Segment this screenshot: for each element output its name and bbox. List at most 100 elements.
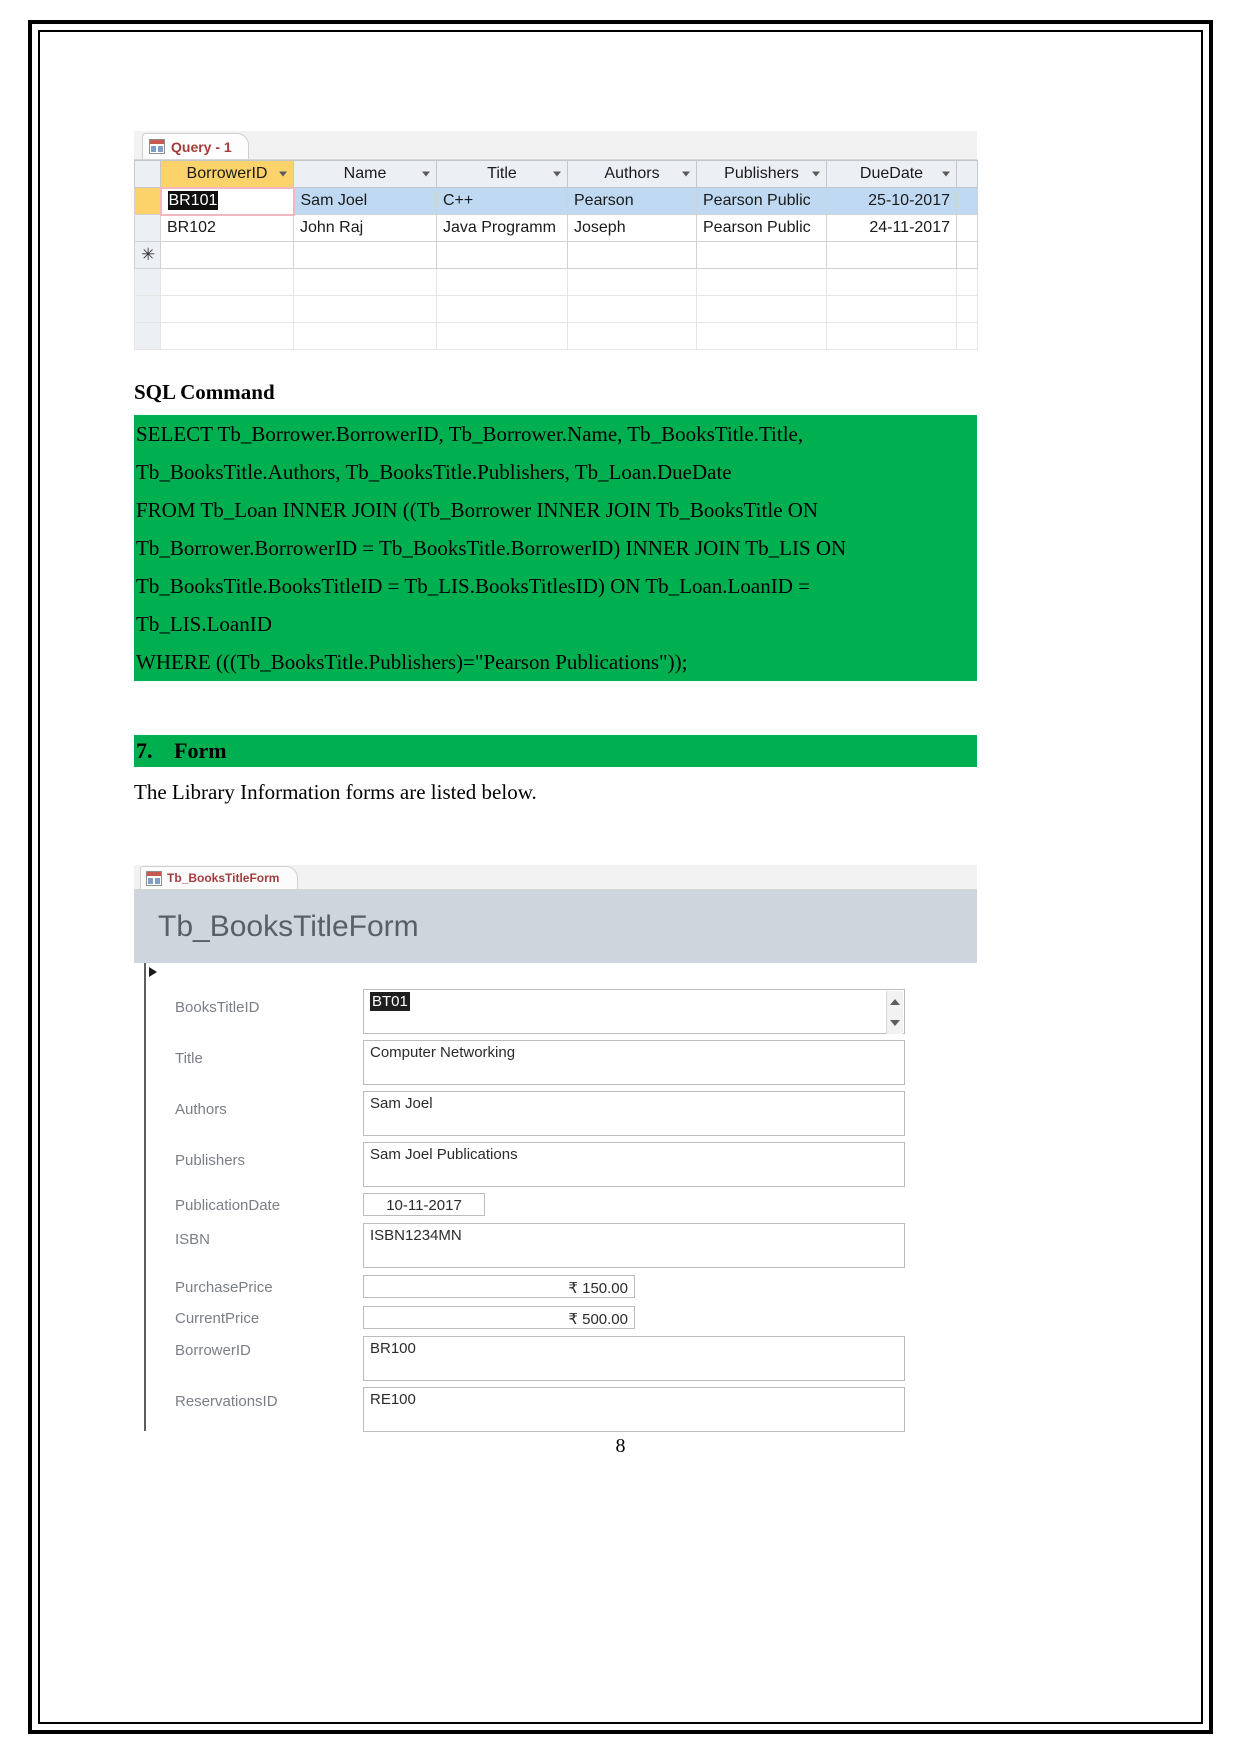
field-input-authors[interactable]: Sam Joel	[363, 1091, 905, 1136]
column-header-label: BorrowerID	[186, 164, 268, 182]
tab-tb-bookstitleform-label: Tb_BooksTitleForm	[167, 871, 280, 885]
new-record-row[interactable]: ✳	[134, 241, 978, 269]
field-value-reservationsid: RE100	[370, 1391, 416, 1408]
chevron-down-icon[interactable]	[553, 171, 561, 177]
column-header-authors[interactable]: Authors	[567, 160, 697, 188]
field-input-borrowerid[interactable]: BR100	[363, 1336, 905, 1381]
field-input-bookstitleid[interactable]: BT01	[363, 989, 905, 1034]
tab-query-1[interactable]: Query - 1	[142, 133, 249, 159]
sql-line: Tb_BooksTitle.BooksTitleID = Tb_LIS.Book…	[136, 574, 810, 598]
cell-title[interactable]: Java Programm	[436, 214, 568, 242]
field-input-currentprice[interactable]: ₹ 500.00	[363, 1306, 635, 1329]
empty-cell	[696, 322, 827, 350]
cell-title[interactable]: C++	[436, 187, 568, 215]
field-input-title[interactable]: Computer Networking	[363, 1040, 905, 1085]
form-view-icon	[146, 870, 162, 886]
row-selector[interactable]	[134, 214, 161, 242]
column-header-borrowerid[interactable]: BorrowerID	[160, 160, 294, 188]
tab-query-1-label: Query - 1	[171, 138, 232, 155]
sql-line: WHERE (((Tb_BooksTitle.Publishers)="Pear…	[136, 650, 688, 674]
chevron-down-icon[interactable]	[942, 171, 950, 177]
field-value-title: Computer Networking	[370, 1044, 516, 1061]
column-header-label: Name	[343, 165, 387, 182]
cell-title-new[interactable]	[436, 241, 568, 269]
cell-value: BR101	[167, 191, 219, 210]
cell-authors[interactable]: Pearson	[567, 187, 697, 215]
section-title: Form	[174, 738, 227, 763]
cell-name[interactable]: Sam Joel	[293, 187, 437, 215]
cell-borrowerid[interactable]: BR102	[160, 214, 294, 242]
cell-name[interactable]: John Raj	[293, 214, 437, 242]
column-header-duedate[interactable]: DueDate	[826, 160, 957, 188]
empty-cell	[696, 295, 827, 323]
field-input-purchaseprice[interactable]: ₹ 150.00	[363, 1275, 635, 1298]
field-value-purchaseprice: ₹ 150.00	[568, 1280, 628, 1297]
field-label-purchaseprice: PurchasePrice	[175, 1279, 273, 1296]
empty-cell	[293, 268, 437, 296]
record-selector-bar[interactable]	[144, 963, 158, 1431]
cell-duedate-new[interactable]	[826, 241, 957, 269]
cell-duedate[interactable]: 25-10-2017	[826, 187, 957, 215]
query-results-table: BorrowerID Name Title Authors Publishers…	[134, 160, 978, 350]
empty-cell	[826, 295, 957, 323]
empty-cell	[436, 295, 568, 323]
form-body: BooksTitleID BT01 Title Computer Network…	[134, 963, 977, 1433]
section-heading-form: 7. Form	[134, 735, 977, 767]
cell-borrowerid-new[interactable]	[160, 241, 294, 269]
tab-tb-bookstitleform[interactable]: Tb_BooksTitleForm	[140, 866, 299, 889]
books-title-form: Tb_BooksTitleForm Tb_BooksTitleForm Book…	[134, 865, 977, 1433]
empty-cell	[826, 322, 957, 350]
column-header-label: Publishers	[724, 165, 799, 182]
field-label-borrowerid: BorrowerID	[175, 1342, 251, 1359]
cell-authors-new[interactable]	[567, 241, 697, 269]
column-header-spacer	[956, 160, 978, 188]
chevron-up-icon[interactable]	[890, 998, 900, 1005]
page-content: Query - 1 BorrowerID Name Title Authors …	[58, 55, 1183, 1695]
sql-command-heading: SQL Command	[134, 380, 275, 404]
chevron-down-icon[interactable]	[422, 171, 430, 177]
table-row-empty	[134, 268, 978, 296]
form-header-title: Tb_BooksTitleForm	[158, 909, 419, 943]
query-datasheet-icon	[149, 139, 165, 154]
table-row-empty	[134, 295, 978, 323]
column-header-name[interactable]: Name	[293, 160, 437, 188]
cell-duedate[interactable]: 24-11-2017	[826, 214, 957, 242]
empty-cell	[160, 295, 294, 323]
chevron-down-icon[interactable]	[279, 171, 287, 177]
new-record-selector[interactable]: ✳	[134, 241, 161, 269]
field-input-reservationsid[interactable]: RE100	[363, 1387, 905, 1432]
column-header-label: DueDate	[859, 165, 924, 182]
new-record-asterisk-icon: ✳	[141, 244, 156, 264]
sql-line: Tb_LIS.LoanID	[136, 612, 272, 636]
field-input-isbn[interactable]: ISBN1234MN	[363, 1223, 905, 1268]
field-value-publishers: Sam Joel Publications	[370, 1146, 518, 1163]
field-label-publicationdate: PublicationDate	[175, 1197, 281, 1214]
cell-borrowerid[interactable]: BR101	[159, 186, 295, 216]
table-row[interactable]: BR102 John Raj Java Programm Joseph Pear…	[134, 214, 978, 242]
chevron-down-icon[interactable]	[812, 171, 820, 177]
cell-publishers[interactable]: Pearson Public	[696, 187, 827, 215]
empty-cell	[567, 295, 697, 323]
form-header: Tb_BooksTitleForm	[134, 890, 977, 963]
bookstitleid-spinner[interactable]	[886, 991, 903, 1034]
empty-cell	[696, 268, 827, 296]
row-selector[interactable]	[134, 187, 161, 215]
cell-publishers-new[interactable]	[696, 241, 827, 269]
field-input-publishers[interactable]: Sam Joel Publications	[363, 1142, 905, 1187]
cell-name-new[interactable]	[293, 241, 437, 269]
select-all-corner[interactable]	[134, 160, 161, 188]
cell-authors[interactable]: Joseph	[567, 214, 697, 242]
empty-cell	[567, 322, 697, 350]
chevron-down-icon[interactable]	[682, 171, 690, 177]
column-header-publishers[interactable]: Publishers	[696, 160, 827, 188]
column-header-label: Authors	[604, 165, 660, 182]
row-selector-empty	[134, 268, 161, 296]
chevron-down-icon[interactable]	[890, 1020, 900, 1027]
sql-line: Tb_Borrower.BorrowerID = Tb_BooksTitle.B…	[136, 536, 847, 560]
field-value-borrowerid: BR100	[370, 1340, 416, 1357]
cell-publishers[interactable]: Pearson Public	[696, 214, 827, 242]
field-input-publicationdate[interactable]: 10-11-2017	[363, 1193, 485, 1216]
column-header-title[interactable]: Title	[436, 160, 568, 188]
empty-cell	[160, 322, 294, 350]
table-row[interactable]: BR101 Sam Joel C++ Pearson Pearson Publi…	[134, 186, 978, 216]
